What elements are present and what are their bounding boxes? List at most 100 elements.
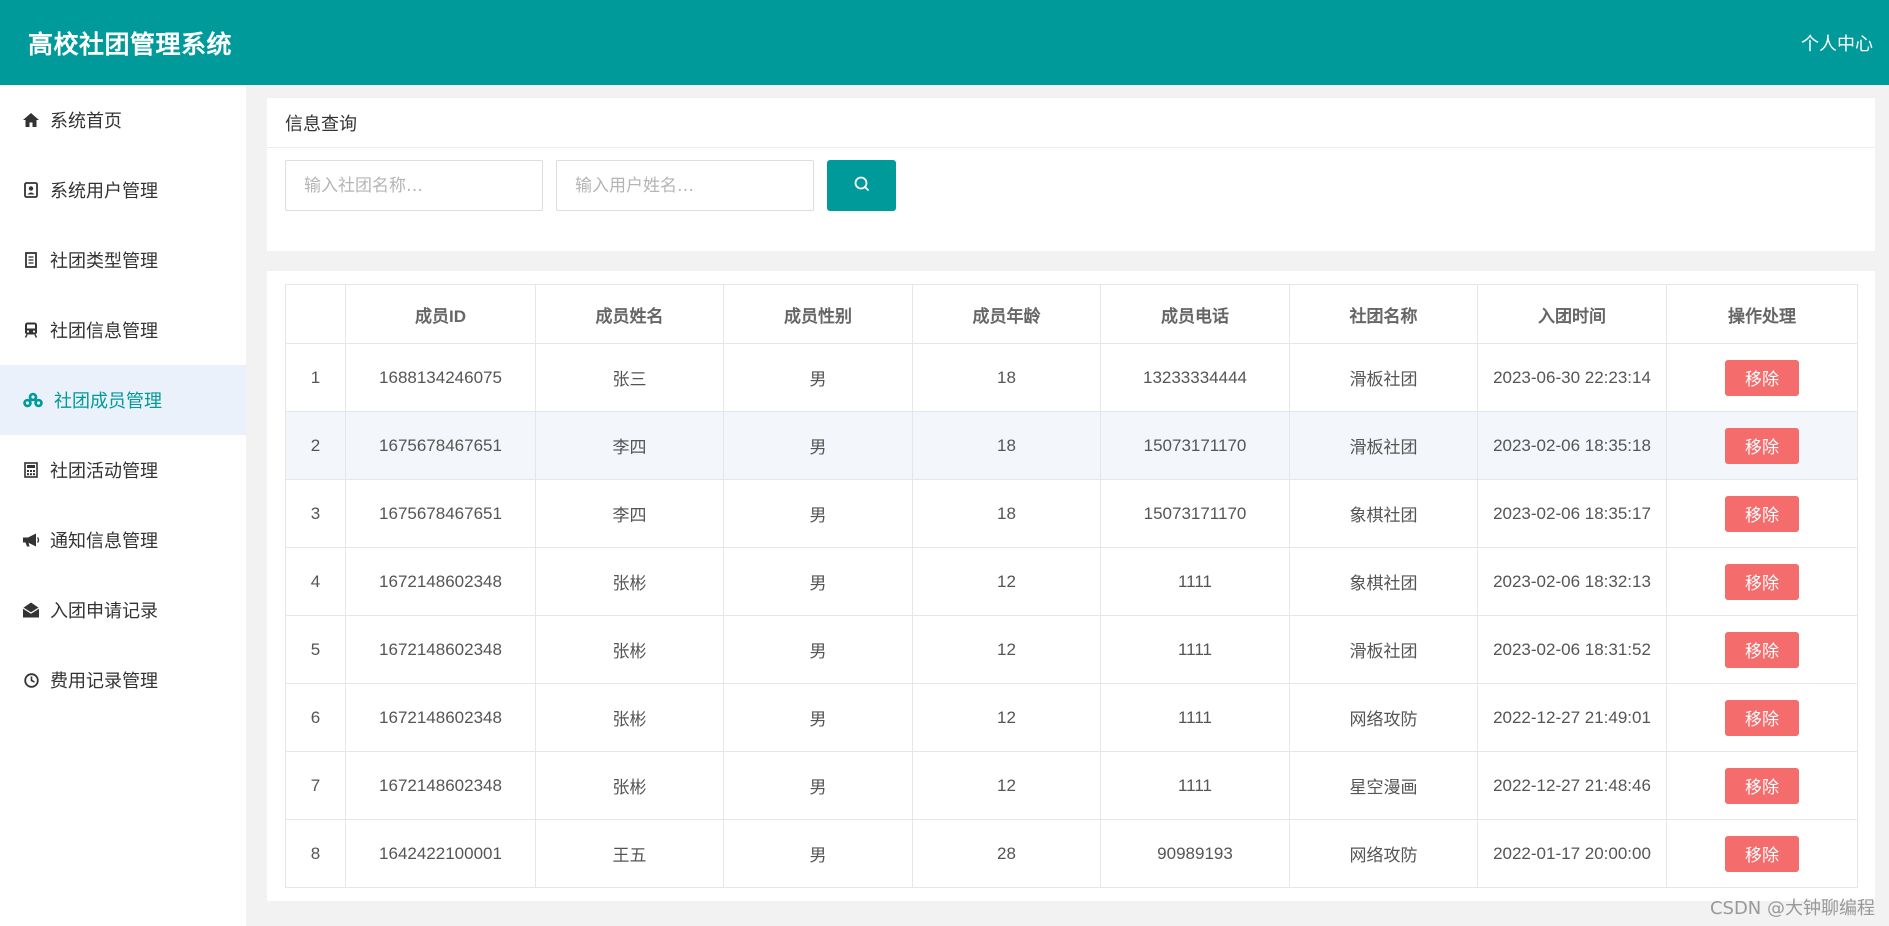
cell-member-name: 张彬 bbox=[535, 683, 724, 752]
sidebar-item-club-info[interactable]: 社团信息管理 bbox=[0, 295, 246, 365]
megaphone-icon bbox=[22, 531, 40, 549]
cell-actions: 移除 bbox=[1666, 683, 1858, 752]
cell-age: 18 bbox=[912, 411, 1101, 480]
remove-button[interactable]: 移除 bbox=[1725, 563, 1799, 600]
cell-member-name: 李四 bbox=[535, 411, 724, 480]
cubes-icon bbox=[22, 391, 44, 409]
cell-age: 12 bbox=[912, 615, 1101, 684]
main-content: 信息查询 成员ID 成员姓名 成员性别 成员年龄 bbox=[267, 98, 1875, 901]
cell-age: 18 bbox=[912, 343, 1101, 412]
cell-member-id: 1675678467651 bbox=[345, 411, 536, 480]
cell-club-name: 滑板社团 bbox=[1289, 343, 1478, 412]
remove-button[interactable]: 移除 bbox=[1725, 495, 1799, 532]
members-table-panel: 成员ID 成员姓名 成员性别 成员年龄 成员电话 社团名称 入团时间 操作处理 … bbox=[267, 271, 1875, 901]
cell-phone: 15073171170 bbox=[1100, 479, 1290, 548]
table-row: 5 1672148602348 张彬 男 12 1111 滑板社团 2023-0… bbox=[285, 615, 1858, 684]
members-table: 成员ID 成员姓名 成员性别 成员年龄 成员电话 社团名称 入团时间 操作处理 … bbox=[285, 284, 1858, 888]
cell-member-name: 张彬 bbox=[535, 751, 724, 820]
cell-phone: 1111 bbox=[1100, 547, 1290, 616]
cell-gender: 男 bbox=[723, 683, 913, 752]
cell-index: 5 bbox=[285, 615, 346, 684]
cell-actions: 移除 bbox=[1666, 343, 1858, 412]
column-header-phone: 成员电话 bbox=[1100, 284, 1290, 344]
cell-actions: 移除 bbox=[1666, 751, 1858, 820]
cell-club-name: 网络攻防 bbox=[1289, 683, 1478, 752]
cell-index: 1 bbox=[285, 343, 346, 412]
sidebar-item-label: 费用记录管理 bbox=[50, 671, 158, 692]
home-icon bbox=[22, 111, 40, 129]
cell-phone: 1111 bbox=[1100, 615, 1290, 684]
table-header-row: 成员ID 成员姓名 成员性别 成员年龄 成员电话 社团名称 入团时间 操作处理 bbox=[285, 284, 1858, 344]
cell-join-time: 2022-12-27 21:49:01 bbox=[1477, 683, 1667, 752]
calculator-icon bbox=[22, 461, 40, 479]
cell-join-time: 2023-02-06 18:35:18 bbox=[1477, 411, 1667, 480]
column-header-index bbox=[285, 284, 346, 344]
cell-phone: 1111 bbox=[1100, 751, 1290, 820]
cell-member-name: 李四 bbox=[535, 479, 724, 548]
cell-club-name: 滑板社团 bbox=[1289, 411, 1478, 480]
cell-join-time: 2023-06-30 22:23:14 bbox=[1477, 343, 1667, 412]
cell-club-name: 网络攻防 bbox=[1289, 819, 1478, 888]
remove-button[interactable]: 移除 bbox=[1725, 835, 1799, 872]
search-panel: 信息查询 bbox=[267, 98, 1875, 251]
cell-gender: 男 bbox=[723, 751, 913, 820]
cell-member-id: 1688134246075 bbox=[345, 343, 536, 412]
table-row: 7 1672148602348 张彬 男 12 1111 星空漫画 2022-1… bbox=[285, 751, 1858, 820]
column-header-actions: 操作处理 bbox=[1666, 284, 1858, 344]
cell-index: 2 bbox=[285, 411, 346, 480]
remove-button[interactable]: 移除 bbox=[1725, 427, 1799, 464]
sidebar-item-club-types[interactable]: 社团类型管理 bbox=[0, 225, 246, 295]
search-row bbox=[267, 148, 1875, 211]
cell-index: 3 bbox=[285, 479, 346, 548]
cell-actions: 移除 bbox=[1666, 819, 1858, 888]
cell-phone: 15073171170 bbox=[1100, 411, 1290, 480]
cell-index: 7 bbox=[285, 751, 346, 820]
cell-member-id: 1642422100001 bbox=[345, 819, 536, 888]
train-icon bbox=[22, 321, 40, 339]
search-panel-title: 信息查询 bbox=[267, 98, 1875, 148]
cell-join-time: 2023-02-06 18:35:17 bbox=[1477, 479, 1667, 548]
cell-club-name: 象棋社团 bbox=[1289, 479, 1478, 548]
sidebar-item-club-members[interactable]: 社团成员管理 bbox=[0, 365, 246, 435]
column-header-gender: 成员性别 bbox=[723, 284, 913, 344]
cell-member-id: 1672148602348 bbox=[345, 683, 536, 752]
cell-member-id: 1672148602348 bbox=[345, 615, 536, 684]
cell-actions: 移除 bbox=[1666, 615, 1858, 684]
remove-button[interactable]: 移除 bbox=[1725, 767, 1799, 804]
sidebar-item-label: 社团成员管理 bbox=[54, 391, 162, 412]
sidebar-item-club-activities[interactable]: 社团活动管理 bbox=[0, 435, 246, 505]
top-header: 高校社团管理系统 个人中心 bbox=[0, 0, 1889, 85]
cell-member-id: 1672148602348 bbox=[345, 751, 536, 820]
search-button[interactable] bbox=[827, 160, 896, 211]
sidebar-item-notifications[interactable]: 通知信息管理 bbox=[0, 505, 246, 575]
user-center-link[interactable]: 个人中心 bbox=[1801, 30, 1873, 56]
club-name-search-input[interactable] bbox=[285, 160, 543, 211]
sidebar-item-home[interactable]: 系统首页 bbox=[0, 85, 246, 155]
cell-member-name: 张彬 bbox=[535, 547, 724, 616]
sidebar-item-join-requests[interactable]: 入团申请记录 bbox=[0, 575, 246, 645]
cell-actions: 移除 bbox=[1666, 547, 1858, 616]
sidebar-item-label: 系统用户管理 bbox=[50, 181, 158, 202]
cell-gender: 男 bbox=[723, 343, 913, 412]
sidebar-item-users[interactable]: 系统用户管理 bbox=[0, 155, 246, 225]
table-row: 8 1642422100001 王五 男 28 90989193 网络攻防 20… bbox=[285, 819, 1858, 888]
sidebar-item-fee-records[interactable]: 费用记录管理 bbox=[0, 645, 246, 715]
cell-join-time: 2023-02-06 18:31:52 bbox=[1477, 615, 1667, 684]
cell-phone: 90989193 bbox=[1100, 819, 1290, 888]
user-name-search-input[interactable] bbox=[556, 160, 814, 211]
column-header-join-time: 入团时间 bbox=[1477, 284, 1667, 344]
sidebar-item-label: 社团信息管理 bbox=[50, 321, 158, 342]
cell-index: 8 bbox=[285, 819, 346, 888]
cell-actions: 移除 bbox=[1666, 479, 1858, 548]
sidebar: 系统首页 系统用户管理 社团类型管理 社团信息管理 社团成员管理 社团活动管理 bbox=[0, 85, 246, 926]
table-row: 3 1675678467651 李四 男 18 15073171170 象棋社团… bbox=[285, 479, 1858, 548]
cell-index: 4 bbox=[285, 547, 346, 616]
remove-button[interactable]: 移除 bbox=[1725, 631, 1799, 668]
column-header-age: 成员年龄 bbox=[912, 284, 1101, 344]
user-card-icon bbox=[22, 181, 40, 199]
sidebar-item-label: 社团类型管理 bbox=[50, 251, 158, 272]
cell-index: 6 bbox=[285, 683, 346, 752]
envelope-open-icon bbox=[22, 601, 40, 619]
remove-button[interactable]: 移除 bbox=[1725, 359, 1799, 396]
remove-button[interactable]: 移除 bbox=[1725, 699, 1799, 736]
